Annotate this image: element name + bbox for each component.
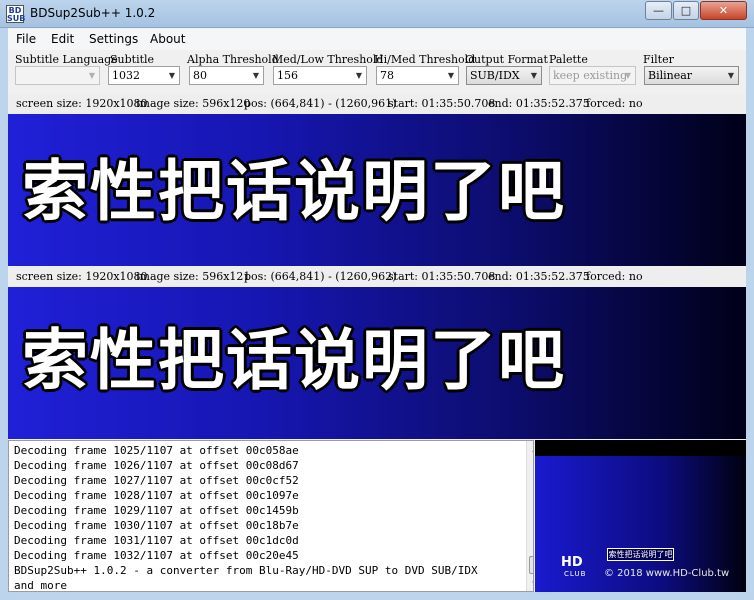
subtitle-label: Subtitle (110, 53, 155, 66)
alpha-threshold-label: Alpha Threshold (187, 53, 279, 66)
log-output[interactable]: Decoding frame 1025/1107 at offset 00c05… (8, 440, 534, 592)
watermark-text: © 2018 www.HD-Club.tw (604, 568, 730, 579)
log-line: Decoding frame 1029/1107 at offset 00c14… (14, 504, 299, 517)
hi-med-threshold-value: 78 (380, 69, 394, 82)
subtitle-value: 1032 (112, 69, 140, 82)
menu-about[interactable]: About (150, 32, 185, 46)
chevron-down-icon: ▼ (624, 71, 631, 80)
target-screen-size: screen size: 1920x1080 (16, 270, 148, 283)
filter-value: Bilinear (648, 69, 693, 82)
watermark-logo-sub: CLUB (564, 570, 587, 578)
hi-med-threshold-select[interactable]: 78 ▼ (376, 66, 459, 85)
source-preview: 索性把话说明了吧 (8, 114, 746, 266)
menu-settings[interactable]: Settings (89, 32, 138, 46)
log-scrollbar[interactable]: ▲ ▼ (526, 441, 533, 591)
hi-med-threshold-label: Hi/Med Threshold (374, 53, 476, 66)
scroll-up-icon[interactable]: ▲ (527, 441, 533, 457)
output-format-value: SUB/IDX (470, 69, 520, 82)
chevron-down-icon: ▼ (88, 71, 95, 80)
thumbnail-letterbox (535, 440, 746, 456)
source-screen-size: screen size: 1920x1080 (16, 97, 148, 110)
log-line: BDSup2Sub++ 1.0.2 - a converter from Blu… (14, 564, 478, 577)
source-subtitle-image: 索性把话说明了吧 (22, 153, 566, 230)
subtitle-language-select[interactable]: ▼ (15, 66, 100, 85)
target-forced-flag: forced: no (586, 270, 643, 283)
scroll-down-icon[interactable]: ▼ (527, 576, 533, 591)
alpha-threshold-select[interactable]: 80 ▼ (189, 66, 264, 85)
alpha-threshold-value: 80 (193, 69, 207, 82)
med-low-threshold-select[interactable]: 156 ▼ (273, 66, 367, 85)
chevron-down-icon: ▼ (252, 71, 259, 80)
output-format-select[interactable]: SUB/IDX ▼ (466, 66, 542, 85)
title-bar: BD SUB BDSup2Sub++ 1.0.2 — □ ✕ (0, 0, 754, 28)
med-low-threshold-value: 156 (277, 69, 298, 82)
log-line: Decoding frame 1028/1107 at offset 00c10… (14, 489, 299, 502)
palette-value: keep existing (553, 69, 628, 82)
source-position: pos: (664,841) - (1260,961) (244, 97, 397, 110)
target-subtitle-image: 索性把话说明了吧 (22, 322, 566, 399)
target-end-time: end: 01:35:52.375 (488, 270, 590, 283)
filter-select[interactable]: Bilinear ▼ (644, 66, 739, 85)
chevron-down-icon: ▼ (447, 71, 454, 80)
menu-file[interactable]: File (16, 32, 36, 46)
log-line: and more (14, 579, 67, 592)
target-info-strip: screen size: 1920x1080 image size: 596x1… (8, 267, 746, 287)
chevron-down-icon: ▼ (168, 71, 175, 80)
log-line: Decoding frame 1026/1107 at offset 00c08… (14, 459, 299, 472)
source-end-time: end: 01:35:52.375 (488, 97, 590, 110)
subtitle-select[interactable]: 1032 ▼ (108, 66, 180, 85)
log-line: Decoding frame 1030/1107 at offset 00c18… (14, 519, 299, 532)
output-format-label: Output Format (465, 53, 548, 66)
source-image-size: image size: 596x120 (136, 97, 251, 110)
menu-edit[interactable]: Edit (51, 32, 74, 46)
log-line: Decoding frame 1027/1107 at offset 00c0c… (14, 474, 299, 487)
log-line: Decoding frame 1032/1107 at offset 00c20… (14, 549, 299, 562)
target-preview: 索性把话说明了吧 (8, 287, 746, 439)
source-forced-flag: forced: no (586, 97, 643, 110)
target-start-time: start: 01:35:50.708 (388, 270, 496, 283)
close-button[interactable]: ✕ (700, 1, 747, 20)
palette-label: Palette (549, 53, 588, 66)
chevron-down-icon: ▼ (530, 71, 537, 80)
scrollbar-thumb[interactable] (529, 556, 533, 574)
subtitle-language-label: Subtitle Language (15, 53, 118, 66)
palette-select[interactable]: keep existing ▼ (549, 66, 636, 85)
maximize-button[interactable]: □ (673, 1, 699, 20)
log-line: Decoding frame 1025/1107 at offset 00c05… (14, 444, 299, 457)
target-position: pos: (664,841) - (1260,962) (244, 270, 397, 283)
minimize-button[interactable]: — (645, 1, 672, 20)
med-low-threshold-label: Med/Low Threshold (272, 53, 384, 66)
source-info-strip: screen size: 1920x1080 image size: 596x1… (8, 94, 746, 114)
chevron-down-icon: ▼ (727, 71, 734, 80)
source-start-time: start: 01:35:50.708 (388, 97, 496, 110)
thumbnail-subtitle-box: 索性把话说明了吧 (607, 548, 674, 561)
window-title: BDSup2Sub++ 1.0.2 (30, 6, 156, 20)
menu-bar: File Edit Settings About (8, 29, 746, 50)
filter-label: Filter (643, 53, 674, 66)
log-line: Decoding frame 1031/1107 at offset 00c1d… (14, 534, 299, 547)
app-icon: BD SUB (6, 5, 26, 23)
chevron-down-icon: ▼ (355, 71, 362, 80)
target-image-size: image size: 596x121 (136, 270, 251, 283)
